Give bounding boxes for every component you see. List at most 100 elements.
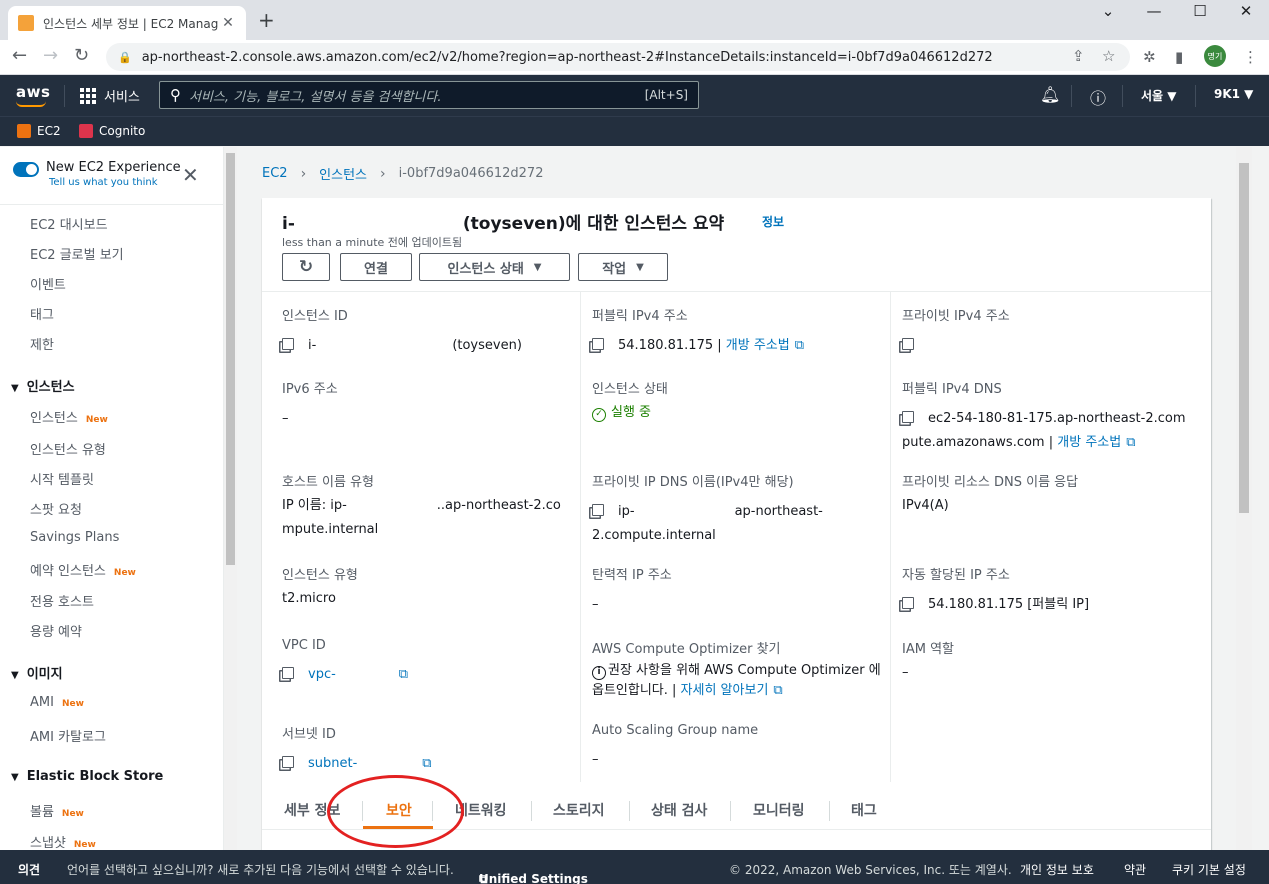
instance-state-button[interactable]: 인스턴스 상태 ▼	[419, 253, 570, 281]
refresh-button[interactable]: ↻	[282, 253, 330, 281]
open-address-link[interactable]: 개방 주소법	[726, 338, 790, 353]
tab-storage[interactable]: 스토리지	[553, 800, 605, 820]
detail-tabs: 세부 정보 보안 네트워킹 스토리지 상태 검사 모니터링 태그	[262, 790, 1211, 830]
sidebar-item-snapshots[interactable]: 스냅샷 New	[30, 832, 96, 850]
external-link-icon[interactable]: ⧉	[773, 681, 782, 701]
instance-state-field: 인스턴스 상태 ✓ 실행 중	[592, 382, 668, 422]
tab-details[interactable]: 세부 정보	[284, 800, 340, 820]
profile-avatar[interactable]: 명기	[1204, 45, 1226, 67]
browser-tab[interactable]: 인스턴스 세부 정보 | EC2 Manag ✕	[8, 6, 246, 40]
chevron-down-icon[interactable]: ⌄	[1085, 2, 1131, 20]
copy-icon[interactable]	[592, 504, 604, 516]
new-experience-toggle[interactable]	[13, 162, 39, 177]
sidebar-item-savings-plans[interactable]: Savings Plans	[30, 530, 119, 545]
terms-link[interactable]: 약관	[1124, 861, 1146, 878]
feedback-button[interactable]: 의견	[18, 861, 40, 878]
notifications-bell-icon[interactable]: 🔔︎	[1040, 85, 1060, 104]
copy-icon[interactable]	[592, 338, 604, 350]
url-text[interactable]: ap-northeast-2.console.aws.amazon.com/ec…	[142, 50, 993, 65]
address-bar[interactable]: 🔒 ap-northeast-2.console.aws.amazon.com/…	[106, 43, 1130, 71]
tab-tags[interactable]: 태그	[851, 800, 877, 820]
search-placeholder: 서비스, 기능, 블로그, 설명서 등을 검색합니다.	[189, 89, 442, 105]
vpc-link[interactable]: vpc-	[308, 667, 336, 682]
copy-icon[interactable]	[902, 411, 914, 423]
connect-button[interactable]: 연결	[340, 253, 412, 281]
tab-close-icon[interactable]: ✕	[220, 15, 236, 31]
tab-networking[interactable]: 네트워킹	[455, 800, 507, 820]
help-icon[interactable]: ⓘ	[1090, 85, 1106, 109]
footer: 의견 언어를 선택하고 싶으십니까? 새로 추가된 다음 기능에서 선택할 수 …	[0, 850, 1269, 884]
external-link-icon[interactable]: ⧉	[399, 663, 408, 687]
sidebar-item-ami-catalog[interactable]: AMI 카탈로그	[30, 726, 106, 745]
region-selector[interactable]: 서울 ▼	[1141, 87, 1177, 104]
bookmark-star-icon[interactable]: ☆	[1102, 47, 1115, 65]
sidebar-item-instances[interactable]: 인스턴스 New	[30, 407, 108, 426]
sidebar-section-instances[interactable]: ▼ 인스턴스	[11, 376, 75, 395]
window-close-icon[interactable]: ✕	[1223, 2, 1269, 20]
actions-button[interactable]: 작업 ▼	[578, 253, 668, 281]
menu-kebab-icon[interactable]: ⋮	[1243, 48, 1258, 66]
new-tab-icon[interactable]: +	[258, 8, 275, 32]
privacy-link[interactable]: 개인 정보 보호	[1020, 861, 1094, 878]
breadcrumb-instances[interactable]: 인스턴스	[319, 164, 367, 183]
open-address-link-dns[interactable]: 개방 주소법	[1057, 435, 1121, 450]
sidebar-item-spot-requests[interactable]: 스팟 요청	[30, 499, 82, 518]
cognito-service-icon	[79, 124, 93, 138]
tab-monitoring[interactable]: 모니터링	[753, 800, 805, 820]
sidebar-item-volumes[interactable]: 볼륨 New	[30, 801, 84, 820]
sidebar-item-events[interactable]: 이벤트	[30, 274, 66, 293]
instance-id-field: 인스턴스 ID i- (toyseven)	[282, 309, 522, 353]
favorite-cognito[interactable]: Cognito	[79, 124, 145, 138]
reload-icon[interactable]: ↻	[74, 45, 89, 66]
sidebar-item-tags[interactable]: 태그	[30, 304, 54, 323]
copy-icon[interactable]	[902, 338, 914, 350]
sidebar-item-launch-templates[interactable]: 시작 템플릿	[30, 469, 94, 488]
tab-status-checks[interactable]: 상태 검사	[651, 800, 707, 820]
side-panel-icon[interactable]: ▮	[1175, 48, 1183, 66]
subnet-link[interactable]: subnet-	[308, 756, 357, 771]
sidebar-item-global-view[interactable]: EC2 글로벌 보기	[30, 244, 124, 263]
favorite-ec2[interactable]: EC2	[17, 124, 61, 138]
public-dns-field: 퍼블릭 IPv4 DNS ec2-54-180-81-175.ap-northe…	[902, 378, 1192, 455]
account-menu[interactable]: 9K1 ▼	[1214, 87, 1253, 101]
feedback-link[interactable]: Tell us what you think	[49, 177, 181, 188]
copy-icon[interactable]	[282, 338, 294, 350]
sidebar-item-instance-types[interactable]: 인스턴스 유형	[30, 439, 106, 458]
share-icon[interactable]: ⇪	[1072, 47, 1085, 65]
main-scrollbar[interactable]	[1236, 147, 1252, 850]
sidebar-scrollbar[interactable]	[224, 147, 237, 850]
sidebar-item-dashboard[interactable]: EC2 대시보드	[30, 214, 108, 233]
ec2-service-icon	[17, 124, 31, 138]
minimize-icon[interactable]: —	[1131, 2, 1177, 20]
aws-favicon-icon	[18, 15, 34, 31]
copy-icon[interactable]	[282, 667, 294, 679]
iam-role-field: IAM 역할 –	[902, 642, 954, 680]
sidebar-item-capacity-reservations[interactable]: 용량 예약	[30, 621, 82, 640]
sidebar-item-reserved-instances[interactable]: 예약 인스턴스 New	[30, 560, 136, 579]
cookie-preferences-link[interactable]: 쿠키 기본 설정	[1172, 861, 1246, 878]
external-link-icon[interactable]: ⧉	[1126, 431, 1135, 455]
sidebar-item-ami[interactable]: AMI New	[30, 695, 84, 710]
tab-security[interactable]: 보안	[386, 800, 412, 820]
external-link-icon[interactable]: ⧉	[795, 334, 804, 358]
copy-icon[interactable]	[902, 597, 914, 609]
services-menu-button[interactable]: 서비스	[80, 86, 140, 105]
info-link[interactable]: 정보	[762, 213, 784, 230]
sidebar-section-images[interactable]: ▼ 이미지	[11, 663, 63, 682]
close-icon[interactable]: ✕	[182, 163, 199, 187]
learn-more-link[interactable]: 자세히 알아보기	[681, 683, 769, 698]
breadcrumb: EC2 › 인스턴스 › i-0bf7d9a046612d272	[262, 164, 543, 184]
sidebar-section-ebs[interactable]: ▼ Elastic Block Store	[11, 769, 163, 784]
forward-icon[interactable]: →	[43, 45, 58, 66]
sidebar-item-limits[interactable]: 제한	[30, 334, 54, 353]
copy-icon[interactable]	[282, 756, 294, 768]
extensions-icon[interactable]: ✲	[1143, 48, 1156, 66]
breadcrumb-ec2[interactable]: EC2	[262, 166, 288, 181]
external-link-icon[interactable]: ⧉	[422, 752, 431, 776]
sidebar-item-dedicated-hosts[interactable]: 전용 호스트	[30, 591, 94, 610]
search-input[interactable]: ⚲ 서비스, 기능, 블로그, 설명서 등을 검색합니다. [Alt+S]	[159, 81, 699, 109]
browser-toolbar: ← → ↻ 🔒 ap-northeast-2.console.aws.amazo…	[0, 40, 1269, 75]
aws-logo[interactable]: aws	[16, 83, 50, 107]
back-icon[interactable]: ←	[12, 45, 27, 66]
maximize-icon[interactable]: ☐	[1177, 2, 1223, 20]
